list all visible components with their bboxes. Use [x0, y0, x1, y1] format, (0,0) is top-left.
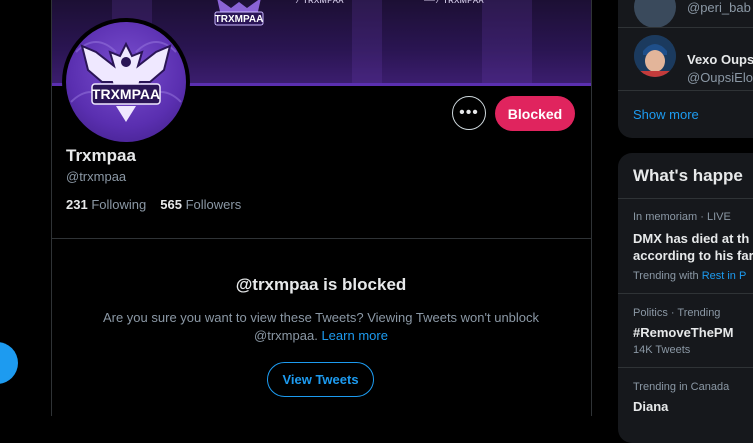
profile-handle: @trxmpaa — [66, 169, 127, 184]
avatar — [634, 35, 676, 77]
section-divider — [51, 238, 591, 239]
blocked-title: @trxmpaa is blocked — [235, 275, 407, 294]
followers-link[interactable]: 565 Followers — [160, 197, 241, 212]
follow-stats: 231 Following 565 Followers — [66, 197, 241, 212]
who-to-follow-item[interactable]: Vexo Oups @OupsiElo — [618, 30, 753, 88]
banner-logo: TRXMPAA — [209, 0, 269, 32]
banner-decoration: — ⁄ ᴛʀxᴍᴘᴀᴀ — [424, 0, 484, 6]
more-icon: ••• — [459, 104, 479, 121]
blocked-button[interactable]: Blocked — [495, 96, 575, 131]
trends-header: What's happe — [633, 166, 743, 185]
more-options-button[interactable]: ••• — [452, 96, 486, 130]
view-tweets-button[interactable]: View Tweets — [267, 362, 374, 397]
who-to-follow-card: @peri_bab Vexo Oups @OupsiElo Show more — [618, 0, 753, 138]
svg-text:TRXMPAA: TRXMPAA — [92, 86, 160, 102]
profile-avatar[interactable]: TRXMPAA — [62, 18, 190, 146]
phoenix-logo-icon: TRXMPAA — [70, 41, 182, 122]
banner-decoration: ⁄ ᴛʀxᴍᴘᴀᴀ — [298, 0, 344, 6]
svg-text:TRXMPAA: TRXMPAA — [215, 14, 264, 25]
avatar — [634, 0, 676, 28]
show-more-link[interactable]: Show more — [633, 107, 699, 122]
learn-more-link[interactable]: Learn more — [321, 328, 387, 343]
trends-card: What's happe In memoriam · LIVE DMX has … — [618, 153, 753, 443]
blocked-message: Are you sure you want to view these Twee… — [102, 310, 540, 343]
following-link[interactable]: 231 Following — [66, 197, 146, 212]
profile-name: Trxmpaa — [66, 146, 136, 165]
tweet-compose-button[interactable] — [0, 342, 18, 384]
